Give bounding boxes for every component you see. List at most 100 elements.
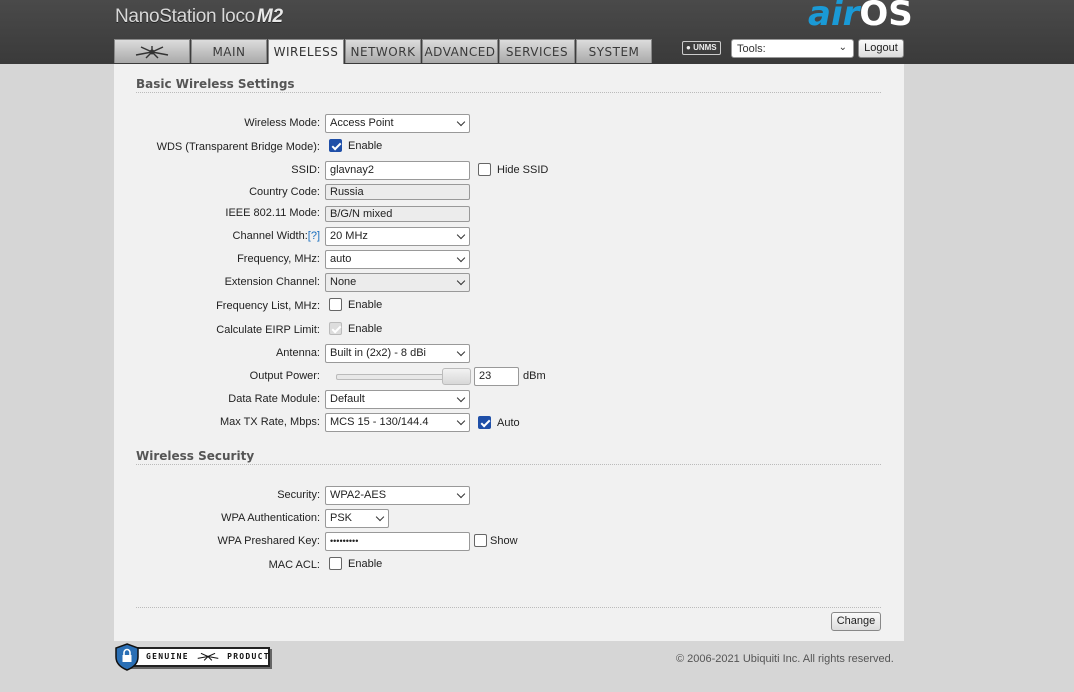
ieee-mode-value: B/G/N mixed bbox=[325, 206, 470, 222]
max-tx-auto-label: Auto bbox=[497, 416, 520, 429]
chevron-down-icon bbox=[456, 230, 466, 240]
channel-width-row: Channel Width:[?] 20 MHz bbox=[114, 227, 904, 247]
tab-main[interactable]: MAIN bbox=[191, 39, 267, 63]
show-key-checkbox[interactable] bbox=[474, 534, 487, 547]
channel-width-select[interactable]: 20 MHz bbox=[325, 227, 470, 246]
channel-width-label: Channel Width:[?] bbox=[233, 230, 320, 242]
genuine-text: GENUINE bbox=[146, 652, 189, 661]
tab-network[interactable]: NETWORK bbox=[345, 39, 421, 63]
security-label: Security: bbox=[277, 489, 320, 501]
security-row: Security: WPA2-AES bbox=[114, 486, 904, 506]
wireless-mode-row: Wireless Mode: Access Point bbox=[114, 114, 904, 134]
data-rate-select[interactable]: Default bbox=[325, 390, 470, 409]
country-code-row: Country Code: Russia bbox=[114, 184, 904, 204]
frequency-row: Frequency, MHz: auto bbox=[114, 250, 904, 270]
wds-enable-checkbox[interactable] bbox=[329, 139, 342, 152]
max-tx-select[interactable]: MCS 15 - 130/144.4 bbox=[325, 413, 470, 432]
tools-select[interactable]: Tools: ⌄ bbox=[731, 39, 854, 58]
genuine-product-badge: GENUINE PRODUCT bbox=[114, 643, 272, 671]
section-divider bbox=[136, 92, 881, 93]
tab-wireless[interactable]: WIRELESS bbox=[268, 39, 344, 64]
output-power-label: Output Power: bbox=[249, 370, 320, 382]
country-code-label: Country Code: bbox=[249, 186, 320, 198]
change-button[interactable]: Change bbox=[831, 612, 881, 631]
frequency-label: Frequency, MHz: bbox=[237, 253, 320, 265]
chevron-down-icon bbox=[456, 347, 466, 357]
channel-width-label-text: Channel Width: bbox=[232, 230, 308, 242]
wpa-key-label: WPA Preshared Key: bbox=[217, 535, 320, 547]
ssid-input[interactable]: glavnay2 bbox=[325, 161, 470, 180]
brand-model: M2 bbox=[256, 6, 283, 27]
output-power-slider-handle[interactable] bbox=[442, 368, 471, 385]
brand-name: NanoStation loco bbox=[115, 6, 255, 27]
wireless-mode-select[interactable]: Access Point bbox=[325, 114, 470, 133]
tab-advanced[interactable]: ADVANCED bbox=[422, 39, 498, 63]
antenna-label: Antenna: bbox=[275, 347, 320, 359]
wpa-key-row: WPA Preshared Key: ••••••••• Show bbox=[114, 532, 904, 552]
chevron-down-icon bbox=[375, 512, 385, 522]
hide-ssid-label: Hide SSID bbox=[497, 163, 549, 176]
mac-acl-label: MAC ACL: bbox=[268, 559, 320, 571]
hide-ssid-checkbox[interactable] bbox=[478, 163, 491, 176]
chevron-down-icon bbox=[456, 276, 466, 286]
wpa-auth-select[interactable]: PSK bbox=[325, 509, 389, 528]
wireless-mode-label: Wireless Mode: bbox=[244, 117, 320, 129]
eirp-enable-label: Enable bbox=[348, 322, 383, 335]
wpa-auth-label: WPA Authentication: bbox=[221, 512, 320, 524]
chevron-down-icon: ⌄ bbox=[838, 42, 847, 53]
wireless-settings-panel: Basic Wireless Settings Wireless Mode: A… bbox=[114, 64, 904, 641]
frequency-value: auto bbox=[330, 253, 352, 265]
wds-label: WDS (Transparent Bridge Mode): bbox=[156, 141, 320, 153]
tab-ubiquiti-logo[interactable] bbox=[114, 39, 190, 63]
mac-acl-enable-label: Enable bbox=[348, 557, 383, 570]
airos-logo: airOS bbox=[808, 0, 913, 34]
extension-channel-select[interactable]: None bbox=[325, 273, 470, 292]
ubiquiti-logo-icon bbox=[135, 45, 169, 58]
genuine-product-label: GENUINE PRODUCT bbox=[122, 647, 270, 667]
ssid-label: SSID: bbox=[291, 164, 320, 176]
wds-row: WDS (Transparent Bridge Mode): Enable bbox=[114, 138, 904, 158]
eirp-enable-checkbox[interactable] bbox=[329, 322, 342, 335]
frequency-list-enable-label: Enable bbox=[348, 298, 383, 311]
output-power-slider[interactable] bbox=[325, 367, 475, 386]
unms-label: UNMS bbox=[693, 43, 717, 52]
airos-logo-air: air bbox=[808, 0, 860, 34]
ieee-mode-row: IEEE 802.11 Mode: B/G/N mixed bbox=[114, 206, 904, 226]
mac-acl-enable-checkbox[interactable] bbox=[329, 557, 342, 570]
max-tx-label: Max TX Rate, Mbps: bbox=[219, 416, 320, 428]
country-code-value: Russia bbox=[325, 184, 470, 200]
unms-button[interactable]: ● UNMS bbox=[682, 41, 721, 55]
chevron-down-icon bbox=[456, 117, 466, 127]
section-divider bbox=[136, 607, 881, 608]
ssid-row: SSID: glavnay2 Hide SSID bbox=[114, 161, 904, 181]
ieee-mode-label: IEEE 802.11 Mode: bbox=[225, 207, 320, 219]
data-rate-row: Data Rate Module: Default bbox=[114, 390, 904, 410]
eirp-label: Calculate EIRP Limit: bbox=[216, 324, 320, 336]
tools-select-value: Tools: bbox=[737, 43, 766, 55]
wireless-mode-value: Access Point bbox=[330, 117, 394, 129]
output-power-unit: dBm bbox=[523, 370, 546, 382]
tab-services[interactable]: SERVICES bbox=[499, 39, 575, 63]
frequency-list-enable-checkbox[interactable] bbox=[329, 298, 342, 311]
wpa-auth-value: PSK bbox=[330, 512, 353, 524]
extension-channel-value: None bbox=[330, 276, 357, 288]
tab-system[interactable]: SYSTEM bbox=[576, 39, 652, 63]
antenna-select[interactable]: Built in (2x2) - 8 dBi bbox=[325, 344, 470, 363]
frequency-select[interactable]: auto bbox=[325, 250, 470, 269]
max-tx-auto-checkbox[interactable] bbox=[478, 416, 491, 429]
unms-icon: ● bbox=[686, 43, 691, 52]
wpa-key-input[interactable]: ••••••••• bbox=[325, 532, 470, 551]
extension-channel-row: Extension Channel: None bbox=[114, 273, 904, 293]
product-text: PRODUCT bbox=[227, 652, 270, 661]
logout-button[interactable]: Logout bbox=[858, 39, 904, 58]
output-power-input[interactable]: 23 bbox=[474, 367, 519, 386]
data-rate-label: Data Rate Module: bbox=[228, 393, 320, 405]
copyright-text: © 2006-2021 Ubiquiti Inc. All rights res… bbox=[676, 653, 894, 665]
security-select[interactable]: WPA2-AES bbox=[325, 486, 470, 505]
show-key-label: Show bbox=[490, 534, 518, 547]
eirp-row: Calculate EIRP Limit: Enable bbox=[114, 321, 904, 341]
channel-width-help-link[interactable]: [?] bbox=[308, 230, 320, 242]
antenna-value: Built in (2x2) - 8 dBi bbox=[330, 347, 426, 359]
main-tabs: MAIN WIRELESS NETWORK ADVANCED SERVICES … bbox=[114, 39, 653, 64]
basic-wireless-settings-title: Basic Wireless Settings bbox=[136, 77, 295, 91]
